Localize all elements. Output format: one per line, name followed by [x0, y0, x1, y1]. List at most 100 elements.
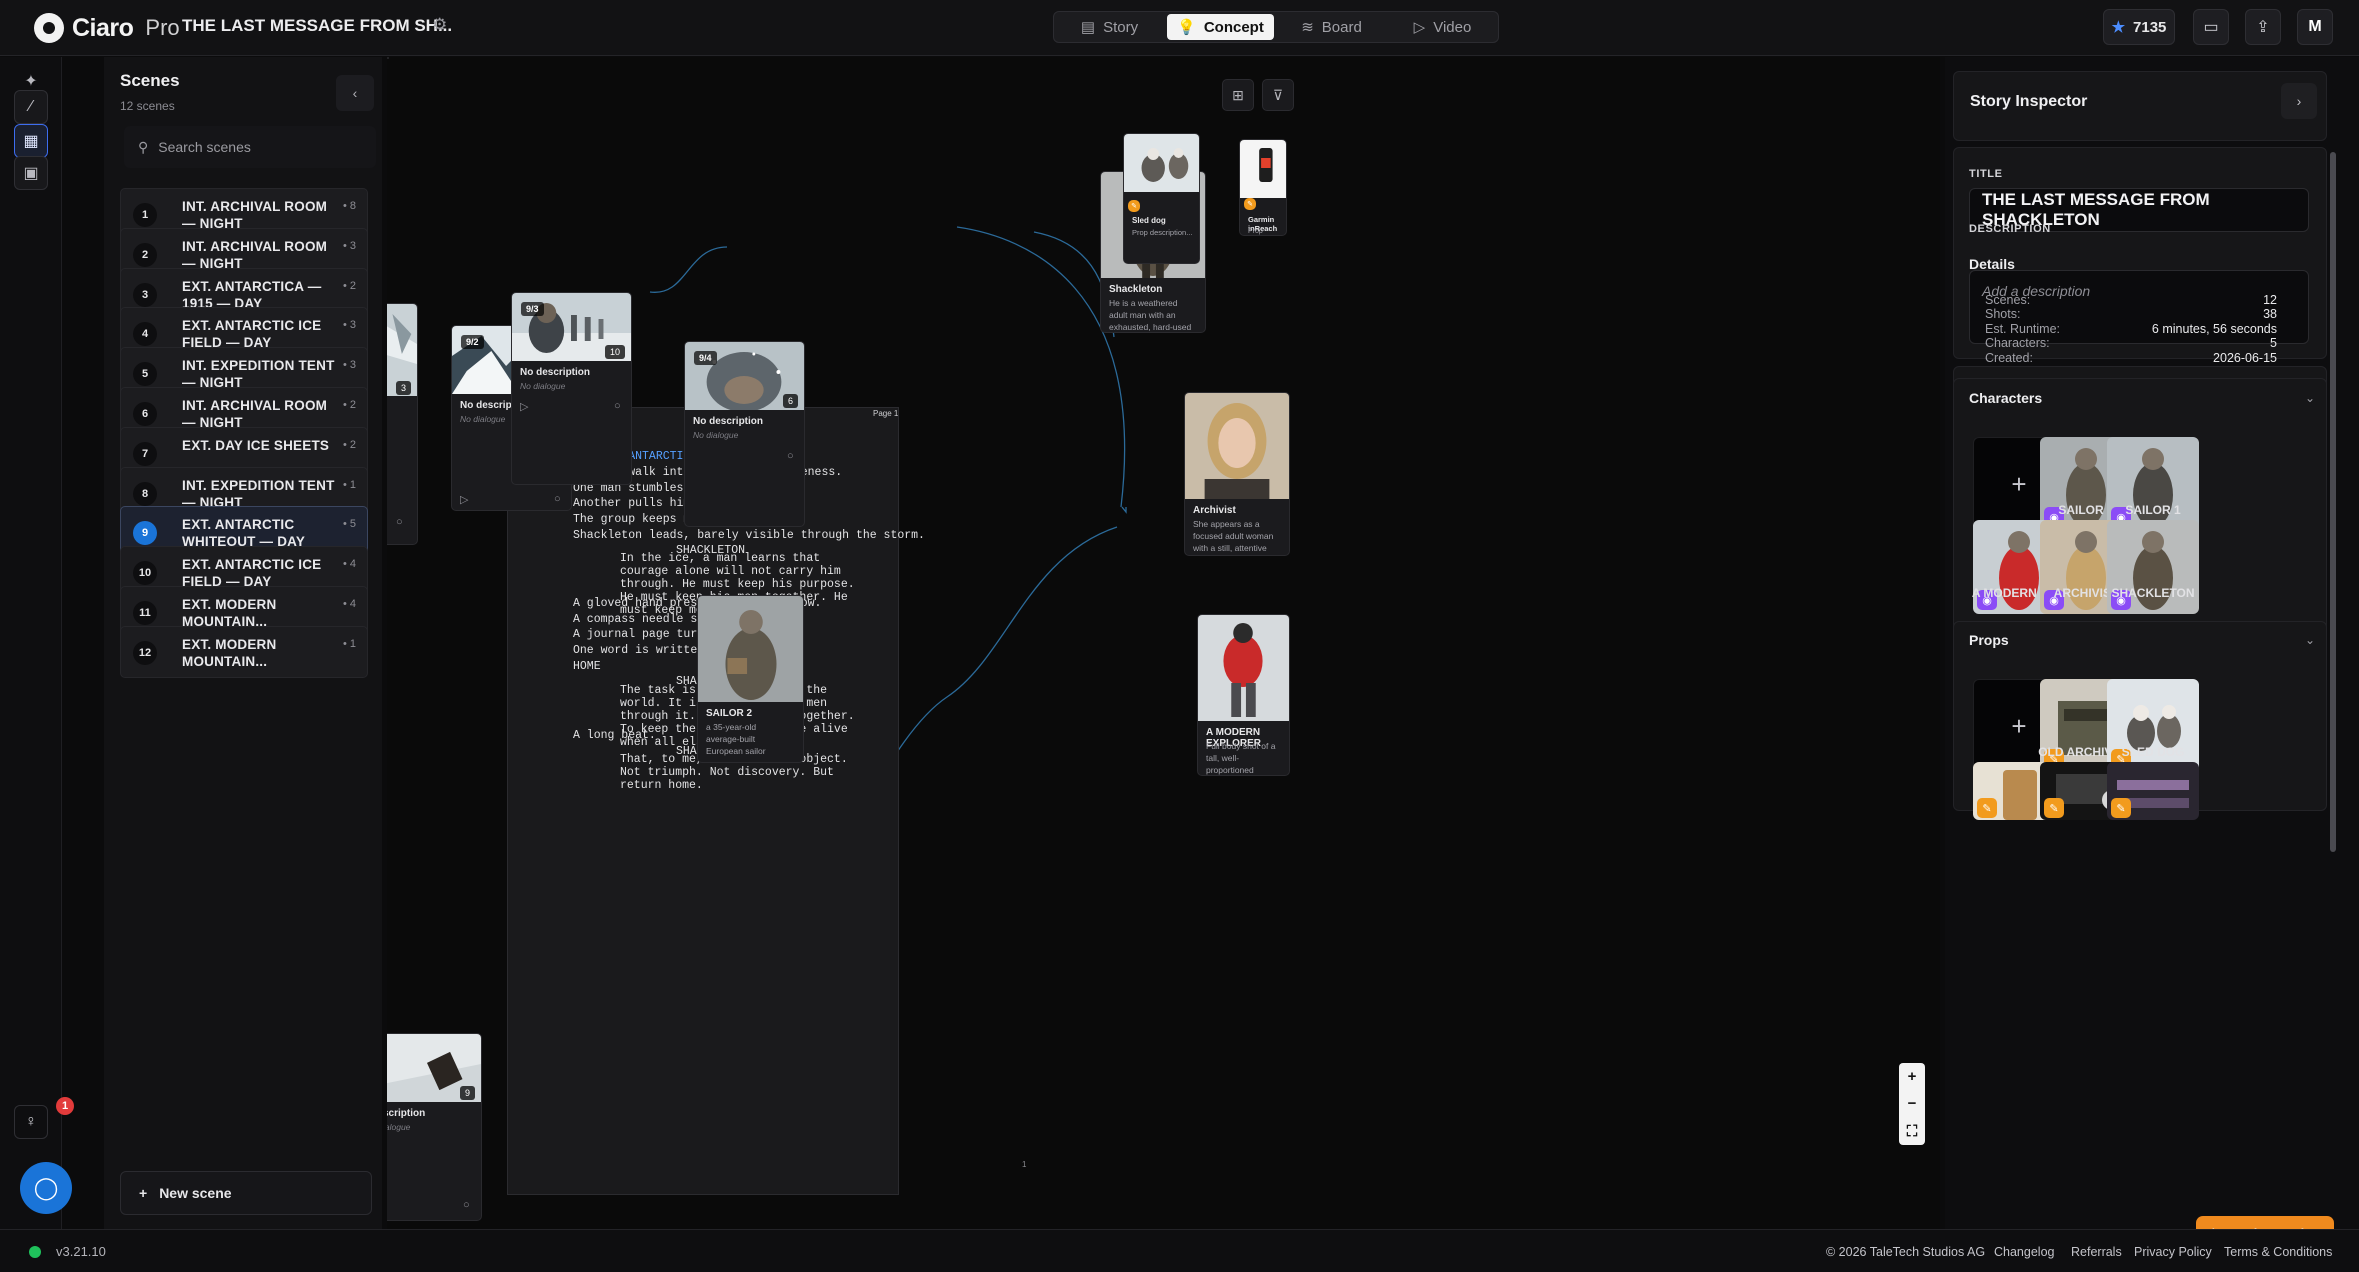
character-caption: SHACKLETON — [2111, 586, 2195, 600]
scene-row[interactable]: 12 EXT. MODERN MOUNTAIN... • 1 — [120, 625, 368, 678]
scene-heading: EXT. MODERN MOUNTAIN... — [182, 597, 277, 629]
shot-card[interactable]: 9 scription ialogue ○ — [387, 1033, 482, 1221]
scene-number: 10 — [133, 561, 157, 586]
prop-card-garmin-inreach[interactable]: ✎ Garmin inReach Prop description... — [1239, 139, 1287, 236]
chevron-down-icon[interactable]: ⌄ — [2305, 633, 2315, 647]
scene-shot-count: • 8 — [343, 200, 357, 212]
mode-tab-concept[interactable]: 💡 Concept — [1167, 14, 1274, 40]
scene-heading: EXT. DAY ICE SHEETS — [182, 437, 330, 453]
detail-row: Est. Runtime: 6 minutes, 56 seconds — [1985, 322, 2277, 336]
edit-icon[interactable]: ✎ — [2044, 798, 2064, 818]
scene-heading: INT. ARCHIVAL ROOM — NIGHT — [182, 398, 328, 430]
detail-row: Characters: 5 — [1985, 336, 2277, 350]
character-card-sailor-2[interactable]: SAILOR 2 a 35-year-old average-built Eur… — [697, 595, 804, 763]
shot-number-badge: 9/2 — [461, 335, 484, 349]
lightbulb-icon: ♀ — [25, 1113, 37, 1130]
shot-description: scription — [387, 1108, 426, 1119]
project-settings-icon[interactable]: ⚙ — [432, 15, 447, 35]
chat-button[interactable]: ◯ — [20, 1162, 72, 1214]
privacy-link[interactable]: Privacy Policy — [2134, 1245, 2212, 1259]
magic-wand-button[interactable]: ⁄ — [14, 90, 48, 124]
scene-heading: INT. ARCHIVAL ROOM — NIGHT — [182, 238, 328, 271]
zoom-in-button[interactable]: + — [1908, 1068, 1917, 1085]
edit-icon[interactable]: ✎ — [1128, 200, 1140, 212]
scene-search-input[interactable]: ⚲ Search scenes — [124, 126, 376, 168]
fit-screen-icon[interactable]: ⛶ — [1907, 1123, 1918, 1140]
notification-badge: 1 — [56, 1097, 74, 1115]
zoom-out-button[interactable]: − — [1908, 1095, 1917, 1112]
scene-heading: EXT. MODERN MOUNTAIN... — [182, 636, 277, 669]
images-tool-button[interactable]: ▣ — [14, 156, 48, 190]
action-line: A long beat. — [573, 729, 656, 742]
image-icon: ▣ — [23, 165, 39, 182]
app-logo[interactable]: Ciaro Pro — [34, 12, 180, 44]
detail-value: 2026-06-15 — [2213, 350, 2277, 365]
scene-shot-count: • 3 — [343, 239, 357, 252]
scene-shot-count: • 2 — [343, 399, 357, 411]
referrals-link[interactable]: Referrals — [2071, 1245, 2122, 1259]
app-name: Ciaro — [72, 13, 134, 42]
grid-view-button[interactable]: ⊞ — [1222, 79, 1254, 111]
prop-description: Prop description... — [1248, 228, 1263, 235]
inspector-scrollbar[interactable] — [2330, 152, 2336, 852]
mode-tab-story[interactable]: ▤ Story — [1056, 14, 1163, 40]
comment-icon[interactable]: ○ — [396, 516, 403, 528]
prop-caption: SLED DOG — [2121, 745, 2185, 759]
changelog-link[interactable]: Changelog — [1994, 1245, 2054, 1259]
detail-key: Est. Runtime: — [1985, 321, 2061, 336]
characters-title[interactable]: Characters — [1969, 390, 2042, 406]
edit-icon[interactable]: ✎ — [1977, 798, 1997, 818]
comment-icon[interactable]: ○ — [554, 493, 561, 505]
mode-tab-board[interactable]: ≋ Board — [1278, 14, 1385, 40]
comment-icon[interactable]: ○ — [787, 450, 794, 462]
filter-button[interactable]: ⊽ — [1262, 79, 1294, 111]
play-icon[interactable]: ▷ — [520, 400, 528, 413]
scene-number: 5 — [133, 362, 157, 387]
new-scene-button[interactable]: + New scene — [120, 1171, 372, 1215]
upload-icon: ⇪ — [2256, 19, 2270, 36]
edit-icon[interactable]: ✎ — [1244, 198, 1256, 210]
edit-icon[interactable]: ✎ — [2111, 798, 2131, 818]
scenes-title: Scenes — [120, 71, 180, 90]
user-avatar[interactable]: M — [2297, 9, 2333, 45]
collapse-inspector-button[interactable]: › — [2281, 83, 2317, 119]
scene-shot-count: • 1 — [343, 637, 357, 650]
shot-number-badge: 9/3 — [521, 302, 544, 316]
character-description: Full body shot of a tall, well-proportio… — [1206, 741, 1276, 775]
collapse-panel-button[interactable]: ‹ — [336, 75, 374, 111]
sparkle-icon: ✦ — [24, 73, 38, 90]
hint-button[interactable]: ♀ — [14, 1105, 48, 1139]
share-button[interactable]: ⇪ — [2245, 9, 2281, 45]
mode-tab-video[interactable]: ▷ Video — [1389, 14, 1496, 40]
character-image — [698, 596, 803, 702]
scenes-panel: Scenes 12 scenes ‹ ⚲ Search scenes + New… — [104, 57, 382, 1229]
scene-shot-count: • 4 — [343, 558, 357, 571]
play-icon[interactable]: ▷ — [460, 493, 468, 506]
credits-button[interactable]: ★ 7135 — [2103, 9, 2175, 45]
comment-icon[interactable]: ○ — [614, 400, 621, 412]
scenes-tool-button[interactable]: ▦ — [14, 124, 48, 158]
comment-icon[interactable]: ○ — [463, 1199, 470, 1211]
shot-card[interactable]: 9/4 6 No description No dialogue ○ — [684, 341, 805, 527]
character-card-modern-explorer[interactable]: A MODERN EXPLORER Full body shot of a ta… — [1197, 614, 1290, 776]
props-title[interactable]: Props — [1969, 632, 2009, 648]
character-name: SAILOR 2 — [706, 708, 753, 719]
mode-switcher: ▤ Story 💡 Concept ≋ Board ▷ Video — [1053, 11, 1499, 43]
project-title[interactable]: THE LAST MESSAGE FROM SH... — [182, 16, 452, 36]
terms-link[interactable]: Terms & Conditions — [2224, 1245, 2332, 1259]
folder-button[interactable]: ▭ — [2193, 9, 2229, 45]
shot-card[interactable]: 3 ○ — [387, 303, 418, 545]
concept-canvas[interactable]: 1. EXT. ANTARCTIC WHITEOUT — DAYThe men … — [387, 57, 1940, 1229]
scene-shot-count: • 3 — [343, 359, 357, 372]
scene-shot-count: • 4 — [343, 598, 357, 610]
prop-card-sled-dog[interactable]: ✎ Sled dog Prop description... — [1123, 133, 1200, 264]
play-icon: ▷ — [1413, 19, 1426, 36]
chevron-down-icon[interactable]: ⌄ — [2305, 391, 2315, 405]
shot-card[interactable]: 9/3 10 No description No dialogue ▷ ○ — [511, 292, 632, 485]
character-card-archivist[interactable]: Archivist She appears as a focused adult… — [1184, 392, 1290, 556]
character-description: He is a weathered adult man with an exha… — [1109, 298, 1192, 331]
shot-description: No description — [693, 416, 764, 427]
scene-number: 6 — [133, 402, 157, 426]
story-inspector: Story Inspector › TITLE THE LAST MESSAGE… — [1945, 57, 2359, 1229]
prop-tile[interactable]: ✎ — [2107, 762, 2199, 820]
